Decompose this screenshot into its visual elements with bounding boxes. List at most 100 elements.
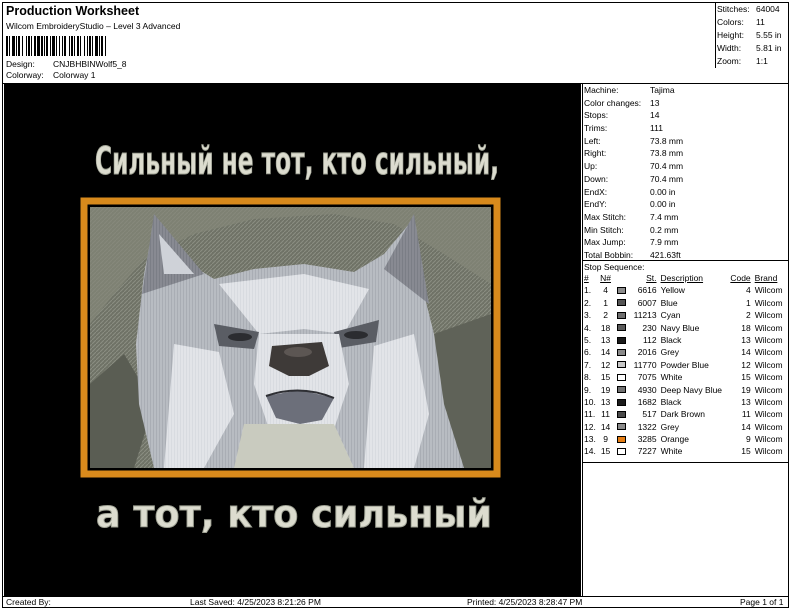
stat-value: 5.81 in xyxy=(756,43,782,53)
needle-number: 14 xyxy=(600,421,611,432)
machine-info-row: EndY: 0.00 in xyxy=(584,198,788,211)
design-label: Design: xyxy=(6,59,35,69)
thread-brand: Wilcom xyxy=(754,310,783,321)
machine-info-label: Left: xyxy=(584,135,601,146)
stitch-count: 2016 xyxy=(637,347,657,358)
stat-label: Width: xyxy=(717,43,742,53)
needle-number: 4 xyxy=(603,285,608,296)
color-swatch xyxy=(617,386,627,394)
machine-info-label: Trims: xyxy=(584,123,608,134)
color-swatch xyxy=(617,373,627,381)
needle-number: 2 xyxy=(603,310,608,321)
stitch-count: 4930 xyxy=(637,384,657,395)
stop-number: 4. xyxy=(584,322,592,333)
machine-info-value: 14 xyxy=(650,110,660,121)
color-swatch xyxy=(617,448,627,456)
stop-number: 14. xyxy=(584,446,596,457)
machine-info-row: Left: 73.8 mm xyxy=(584,135,788,148)
header-description: Description xyxy=(660,273,704,283)
color-code: 1 xyxy=(745,297,751,308)
color-code: 11 xyxy=(741,409,751,420)
stat-value: 11 xyxy=(756,17,765,27)
header-brand: Brand xyxy=(754,273,778,283)
stitch-count: 1322 xyxy=(637,421,657,432)
printed-date: Printed: 4/25/2023 8:28:47 PM xyxy=(467,597,583,607)
color-code: 9 xyxy=(745,434,751,445)
machine-info-value: 0.00 in xyxy=(650,199,676,210)
machine-info-row: Color changes: 13 xyxy=(584,97,788,110)
color-description: Navy Blue xyxy=(660,322,700,333)
machine-info-value: 0.2 mm xyxy=(650,224,679,235)
header-st: St. xyxy=(646,273,657,283)
needle-number: 13 xyxy=(600,396,611,407)
color-description: Blue xyxy=(660,297,678,308)
color-description: White xyxy=(660,372,683,383)
stop-number: 7. xyxy=(584,359,592,370)
color-description: Powder Blue xyxy=(660,359,709,370)
machine-info-row: Down: 70.4 mm xyxy=(584,173,788,186)
stats-divider xyxy=(715,2,716,68)
stitch-count: 1682 xyxy=(637,396,657,407)
color-code: 15 xyxy=(741,446,751,457)
machine-info-value: 70.4 mm xyxy=(650,161,684,172)
machine-info-value: 7.9 mm xyxy=(650,237,679,248)
header-num: # xyxy=(584,273,589,283)
stop-sequence-row: 8. 15 7075 White 15 Wilcom xyxy=(582,371,788,383)
stat-label: Zoom: xyxy=(717,56,742,66)
stat-row: Zoom: 1:1 xyxy=(717,55,787,68)
design-preview: Сильный не тот, кто сильный, а тот, кто … xyxy=(4,84,581,596)
machine-info-value: Tajima xyxy=(650,85,675,95)
stitch-count: 6007 xyxy=(637,297,657,308)
color-code: 14 xyxy=(741,421,751,432)
machine-info-row: EndX: 0.00 in xyxy=(584,186,788,199)
thread-brand: Wilcom xyxy=(754,396,783,407)
stop-sequence-row: 14. 15 7227 White 15 Wilcom xyxy=(582,445,788,457)
color-swatch xyxy=(617,349,627,357)
stop-number: 13. xyxy=(584,434,596,445)
needle-number: 18 xyxy=(600,322,611,333)
stitch-count: 3285 xyxy=(637,434,657,445)
machine-info-label: Min Stitch: xyxy=(584,224,624,235)
stat-row: Stitches: 64004 xyxy=(717,3,787,16)
sequence-divider-bottom xyxy=(583,462,789,463)
machine-info-label: Right: xyxy=(584,148,607,159)
stop-sequence-row: 4. 18 230 Navy Blue 18 Wilcom xyxy=(582,322,788,334)
machine-info-label: Max Stitch: xyxy=(584,211,627,222)
color-swatch xyxy=(617,435,627,443)
stop-number: 10. xyxy=(584,396,596,407)
stop-sequence-row: 11. 11 517 Dark Brown 11 Wilcom xyxy=(582,408,788,420)
stat-value: 5.55 in xyxy=(756,30,782,40)
page-title: Production Worksheet xyxy=(6,4,140,18)
thread-brand: Wilcom xyxy=(754,409,783,420)
color-code: 13 xyxy=(741,334,751,345)
machine-info-row: Right: 73.8 mm xyxy=(584,147,788,160)
stop-number: 8. xyxy=(584,372,592,383)
machine-info-value: 7.4 mm xyxy=(650,211,679,222)
stat-value: 64004 xyxy=(756,4,780,14)
stitch-count: 112 xyxy=(643,334,657,345)
stop-sequence-row: 2. 1 6007 Blue 1 Wilcom xyxy=(582,297,788,309)
needle-number: 12 xyxy=(600,359,611,370)
stitch-count: 6616 xyxy=(637,285,657,296)
thread-brand: Wilcom xyxy=(754,421,783,432)
design-top-text: Сильный не тот, кто сильный, xyxy=(95,139,499,183)
thread-brand: Wilcom xyxy=(754,297,783,308)
machine-info-label: Machine: xyxy=(584,85,619,95)
stat-row: Colors: 11 xyxy=(717,16,787,29)
stop-number: 5. xyxy=(584,334,592,345)
machine-info-label: Max Jump: xyxy=(584,237,626,248)
needle-number: 13 xyxy=(600,334,611,345)
stat-label: Height: xyxy=(717,30,744,40)
stop-sequence-row: 6. 14 2016 Grey 14 Wilcom xyxy=(582,346,788,358)
header-code: Code xyxy=(730,273,751,283)
thread-brand: Wilcom xyxy=(754,334,783,345)
color-swatch xyxy=(617,324,627,332)
stop-sequence-title: Stop Sequence: xyxy=(584,262,645,272)
needle-number: 14 xyxy=(600,347,611,358)
stitch-count: 517 xyxy=(642,409,657,420)
stop-number: 1. xyxy=(584,285,592,296)
machine-info-value: 73.8 mm xyxy=(650,135,684,146)
color-code: 18 xyxy=(741,322,751,333)
stat-row: Height: 5.55 in xyxy=(717,29,787,42)
machine-info-panel: Machine: Tajima Color changes: 13 Stops: 14 Tr… xyxy=(584,84,788,262)
